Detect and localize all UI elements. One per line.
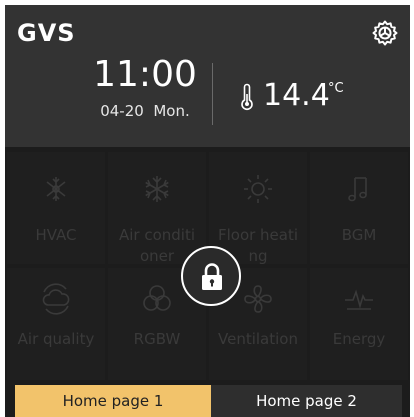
tab-home-page-1[interactable]: Home page 1 <box>15 385 211 417</box>
tile-label: RGBW <box>133 330 181 348</box>
tile-air-conditioner[interactable]: Air conditi oner <box>108 152 206 265</box>
cloud-refresh-icon <box>39 282 73 316</box>
lock-icon <box>202 263 222 290</box>
music-note-icon <box>342 172 376 206</box>
tile-label: Energy <box>332 330 386 348</box>
snowflake-sun-icon <box>39 172 73 206</box>
tile-label: HVAC <box>35 226 77 244</box>
thermometer-icon <box>239 83 255 111</box>
fan-icon <box>241 282 275 316</box>
tile-hvac[interactable]: HVAC <box>7 152 105 264</box>
brand-logo: GVS <box>17 19 76 47</box>
tile-label: Air quality <box>17 330 95 348</box>
date-value: 04-20 <box>100 102 144 120</box>
page-tabs: Home page 1 Home page 2 <box>5 380 410 417</box>
tile-air-quality[interactable]: Air quality <box>7 268 105 380</box>
status-header: GVS 11:00 04-20 Mon. 14.4 °C <box>5 5 410 147</box>
snowflake-icon <box>140 172 174 206</box>
tile-label: BGM <box>341 226 377 244</box>
settings-gear-icon[interactable] <box>371 19 399 47</box>
tile-label: Ventilation <box>218 330 298 348</box>
header-divider <box>212 63 213 125</box>
clock-date: 04-20 Mon. <box>85 104 205 119</box>
tile-floor-heating[interactable]: Floor heati ng <box>209 152 307 265</box>
control-panel-screen: GVS 11:00 04-20 Mon. 14.4 °C HVAC Air co… <box>5 5 410 417</box>
tile-bgm[interactable]: BGM <box>310 152 408 264</box>
tile-energy[interactable]: Energy <box>310 268 408 380</box>
clock-time: 11:00 <box>93 54 197 95</box>
screen-lock-button[interactable] <box>181 246 241 306</box>
temperature-unit: °C <box>328 81 344 96</box>
rgb-circles-icon <box>140 282 174 316</box>
temperature-value: 14.4 <box>263 78 330 113</box>
weekday-value: Mon. <box>153 102 190 120</box>
sun-icon <box>241 172 275 206</box>
tab-home-page-2[interactable]: Home page 2 <box>211 385 402 417</box>
energy-pulse-icon <box>342 282 376 316</box>
